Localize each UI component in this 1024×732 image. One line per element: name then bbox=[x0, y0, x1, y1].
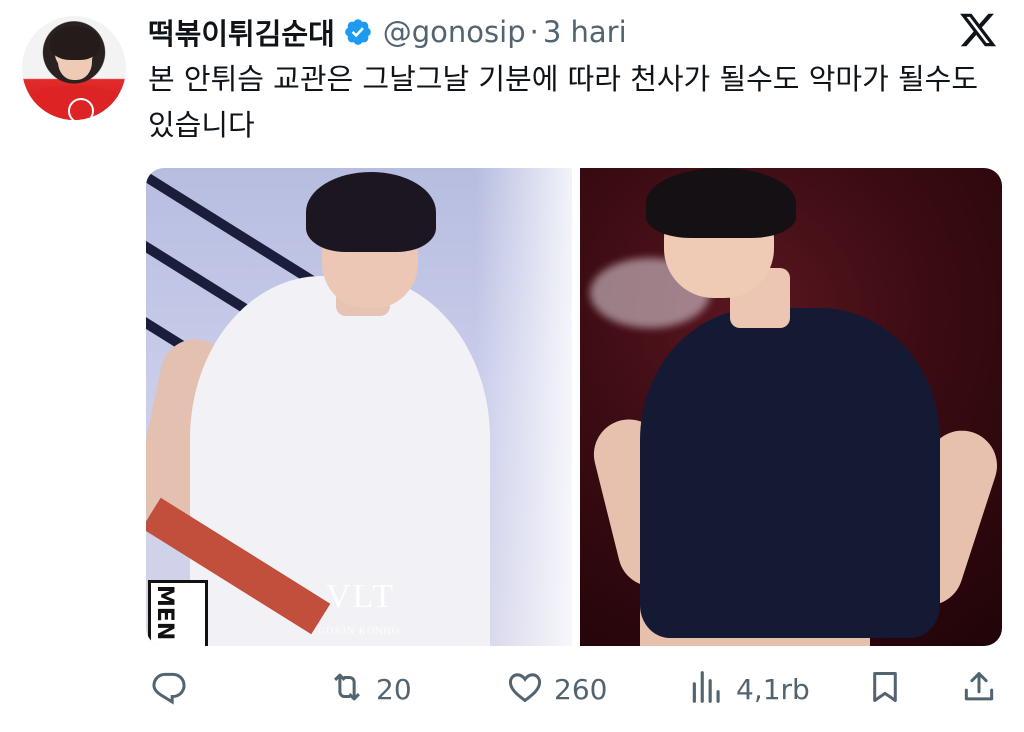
tweet-timestamp[interactable]: 3 hari bbox=[543, 15, 627, 49]
reply-button[interactable] bbox=[150, 664, 188, 714]
tweet-media[interactable]: MEN VLT GOKIN KONHO bbox=[146, 168, 1002, 646]
verified-badge-icon bbox=[343, 17, 373, 47]
share-icon bbox=[960, 668, 998, 710]
retweet-button[interactable]: 20 bbox=[328, 664, 412, 714]
avatar-hair bbox=[50, 26, 100, 60]
avatar-emblem bbox=[68, 98, 94, 120]
author-handle[interactable]: @gonosip bbox=[383, 15, 526, 49]
bookmark-button[interactable] bbox=[866, 664, 904, 714]
photo-watermark: VLT bbox=[326, 578, 395, 615]
tweet-text: 본 안튀슴 교관은 그날그날 기분에 따라 천사가 될수도 악마가 될수도 있습… bbox=[148, 62, 979, 142]
men-tag: MEN bbox=[148, 580, 208, 646]
author-display-name[interactable]: 떡볶이튀김순대 bbox=[148, 11, 335, 53]
like-button[interactable]: 260 bbox=[506, 664, 607, 714]
tweet-header: 떡볶이튀김순대 @gonosip · 3 hari bbox=[148, 12, 627, 52]
men-tag-text: MEN bbox=[152, 585, 177, 641]
like-count: 260 bbox=[554, 672, 608, 706]
retweet-count: 20 bbox=[376, 672, 412, 706]
person-hair bbox=[306, 172, 436, 252]
heart-icon bbox=[506, 668, 544, 710]
x-logo-icon bbox=[958, 10, 998, 50]
retweet-icon bbox=[328, 668, 366, 710]
meta-separator: · bbox=[529, 15, 539, 49]
black-shirt bbox=[640, 308, 940, 638]
photo-watermark-sub: GOKIN KONHO bbox=[318, 626, 400, 637]
views-count: 4,1rb bbox=[736, 672, 810, 706]
light-glare bbox=[476, 168, 572, 646]
reply-icon bbox=[150, 668, 188, 710]
media-photo-right[interactable] bbox=[580, 168, 1002, 646]
tweet-actions-bar: 20 260 4,1rb bbox=[150, 664, 1010, 714]
bookmark-icon bbox=[866, 668, 904, 710]
person-hair bbox=[646, 168, 796, 238]
share-button[interactable] bbox=[960, 664, 998, 714]
views-icon bbox=[688, 668, 726, 710]
media-divider bbox=[572, 168, 580, 646]
media-photo-left[interactable]: MEN VLT GOKIN KONHO bbox=[146, 168, 572, 646]
views-button[interactable]: 4,1rb bbox=[688, 664, 810, 714]
author-avatar[interactable] bbox=[22, 16, 126, 120]
